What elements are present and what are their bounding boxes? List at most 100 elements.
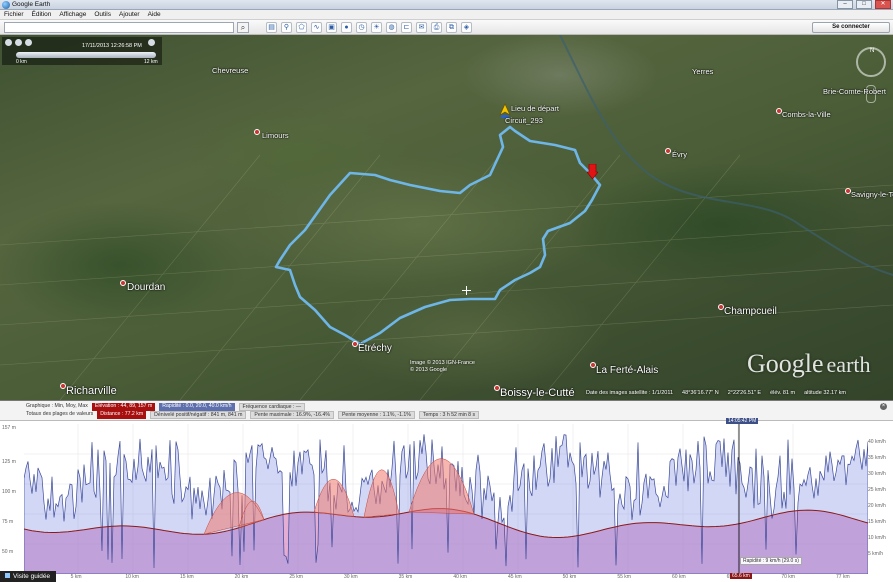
zoom-out-time-icon[interactable]	[25, 39, 32, 46]
elevation-profile-panel: Graphique : Min, Moy, Max Élévation : 44…	[0, 400, 893, 582]
google-maps-icon[interactable]: ◈	[461, 22, 472, 33]
speed-tick: 5 km/h	[868, 551, 884, 557]
town-marker-icon[interactable]	[120, 280, 126, 286]
search-input[interactable]	[4, 22, 234, 33]
crosshair-icon	[462, 286, 471, 295]
menu-help[interactable]: Aide	[148, 10, 161, 19]
avg-slope-stat: Pente moyenne : 1.1%, -1.1%	[337, 411, 415, 419]
time-slider[interactable]	[16, 52, 156, 58]
elevation-readout: élév. 81 m	[770, 390, 796, 396]
placemark-icon[interactable]: ⚲	[281, 22, 292, 33]
heart-rate-stat[interactable]: Fréquence cardiaque : —	[238, 403, 306, 411]
altitude-readout: altitude 32.17 km	[804, 390, 846, 396]
settings-icon[interactable]	[148, 39, 155, 46]
map-label-savigny-le-temple: Savigny-le-Temple	[851, 190, 893, 199]
map-label-circuit: Circuit_293	[505, 116, 543, 125]
map-view[interactable]: 17/11/2013 12:26:58 PM 0 km 12 km N Chev…	[0, 35, 893, 400]
elevation-stat[interactable]: Élévation : 44, 89, 157 m	[91, 403, 156, 411]
tour-guide-label: Visite guidée	[13, 573, 51, 580]
elevation-tick: 75 m	[2, 519, 14, 525]
distance-tick: 60 km	[672, 574, 686, 580]
speed-tick: 40 km/h	[868, 439, 886, 445]
town-marker-icon[interactable]	[665, 148, 671, 154]
cursor-readout: Rapidité : 9 km/h (29.0 s)	[740, 557, 802, 565]
map-label-start: Lieu de départ	[511, 104, 559, 113]
map-label-champcueil: Champcueil	[724, 306, 777, 317]
distance-tick: 15 km	[180, 574, 194, 580]
copyright-google: © 2013 Google	[410, 367, 448, 373]
elevation-tick: 125 m	[2, 459, 16, 465]
river	[559, 35, 893, 276]
clock-icon[interactable]	[5, 39, 12, 46]
menu-bar: Fichier Édition Affichage Outils Ajouter…	[0, 10, 893, 20]
historical-imagery-icon[interactable]: ◷	[356, 22, 367, 33]
time-stat: Temps : 3 h 52 min 8 s	[418, 411, 480, 419]
north-indicator-icon: N	[870, 48, 875, 54]
zoom-in-time-icon[interactable]	[15, 39, 22, 46]
save-image-icon[interactable]: ⧉	[446, 22, 457, 33]
range-totals-label: Totaux des plages de valeurs	[26, 411, 94, 417]
cursor-time-label: 14:05:42 PM	[726, 418, 759, 424]
map-status-bar: Date des images satellite : 1/1/2011 48°…	[586, 390, 846, 396]
search-icon[interactable]: ⌕	[237, 22, 249, 33]
speed-stat[interactable]: Rapidité : 0.0, 20.0, 40.0 km/h	[159, 403, 235, 411]
logo-earth: earth	[826, 352, 871, 377]
time-slider-end-label: 12 km	[144, 59, 158, 65]
menu-add[interactable]: Ajouter	[119, 10, 140, 19]
record-tour-icon[interactable]: ●	[341, 22, 352, 33]
minimize-button[interactable]: –	[837, 0, 853, 9]
close-profile-icon[interactable]: ×	[880, 403, 887, 410]
copyright-imagery: Image © 2013 IGN-France	[410, 360, 475, 366]
town-marker-icon[interactable]	[254, 129, 260, 135]
map-label-dourdan: Dourdan	[127, 282, 166, 293]
toolbar: ⌕ ▤ ⚲ ⬠ ∿ ▣ ● ◷ ☀ ◍ ⊏ ✉ ⎙ ⧉ ◈ Se connect…	[0, 20, 893, 35]
menu-edit[interactable]: Édition	[32, 10, 52, 19]
sign-in-button[interactable]: Se connecter	[812, 22, 890, 33]
route-path[interactable]	[274, 125, 602, 346]
map-label-limours: Limours	[262, 131, 289, 140]
time-slider-panel: 17/11/2013 12:26:58 PM 0 km 12 km	[2, 37, 162, 65]
distance-tick: 30 km	[344, 574, 358, 580]
planets-icon[interactable]: ◍	[386, 22, 397, 33]
ruler-icon[interactable]: ⊏	[401, 22, 412, 33]
sidebar-toggle-icon[interactable]: ▤	[266, 22, 277, 33]
close-button[interactable]: ✕	[875, 0, 891, 9]
cursor-distance-label: 65.6 km	[730, 573, 752, 579]
map-label-combs-la-ville: Combs-la-Ville	[782, 110, 831, 119]
window-title: Google Earth	[12, 1, 51, 8]
elevation-axis: 157 m 125 m 100 m 75 m 50 m	[2, 421, 24, 571]
logo-google: Google	[747, 349, 824, 378]
elevation-tick: 100 m	[2, 489, 16, 495]
distance-tick: 35 km	[398, 574, 413, 580]
polygon-icon[interactable]: ⬠	[296, 22, 307, 33]
speed-tick: 30 km/h	[868, 471, 886, 477]
tour-guide-tab[interactable]: Visite guidée	[0, 571, 56, 582]
distance-tick: 55 km	[617, 574, 631, 580]
image-overlay-icon[interactable]: ▣	[326, 22, 337, 33]
profile-stats-bar: Graphique : Min, Moy, Max Élévation : 44…	[0, 401, 893, 421]
latitude-readout: 48°36'16.77" N	[682, 390, 719, 396]
path-icon[interactable]: ∿	[311, 22, 322, 33]
menu-file[interactable]: Fichier	[4, 10, 24, 19]
map-label-la-ferte-alais: La Ferté-Alais	[596, 365, 659, 376]
speed-tick: 20 km/h	[868, 503, 886, 509]
elevation-speed-chart[interactable]	[24, 424, 868, 574]
current-position-marker-icon[interactable]	[587, 164, 598, 180]
speed-tick: 25 km/h	[868, 487, 886, 493]
map-label-boissy-le-cutte: Boissy-le-Cutté	[500, 387, 575, 399]
menu-tools[interactable]: Outils	[94, 10, 111, 19]
distance-stat: Distance : 77.2 km	[97, 411, 147, 419]
title-bar: Google Earth – □ ✕	[0, 0, 893, 10]
print-icon[interactable]: ⎙	[431, 22, 442, 33]
sunlight-icon[interactable]: ☀	[371, 22, 382, 33]
map-overlay	[0, 35, 893, 400]
time-slider-date: 17/11/2013 12:26:58 PM	[82, 43, 142, 49]
compass-navigation-control[interactable]: N	[856, 47, 886, 77]
distance-tick: 5 km	[70, 574, 82, 580]
maximize-button[interactable]: □	[856, 0, 872, 9]
speed-tick: 10 km/h	[868, 535, 886, 541]
time-slider-start-label: 0 km	[16, 59, 27, 65]
menu-view[interactable]: Affichage	[59, 10, 86, 19]
profile-stats-row-1: Graphique : Min, Moy, Max Élévation : 44…	[26, 403, 306, 411]
email-icon[interactable]: ✉	[416, 22, 427, 33]
